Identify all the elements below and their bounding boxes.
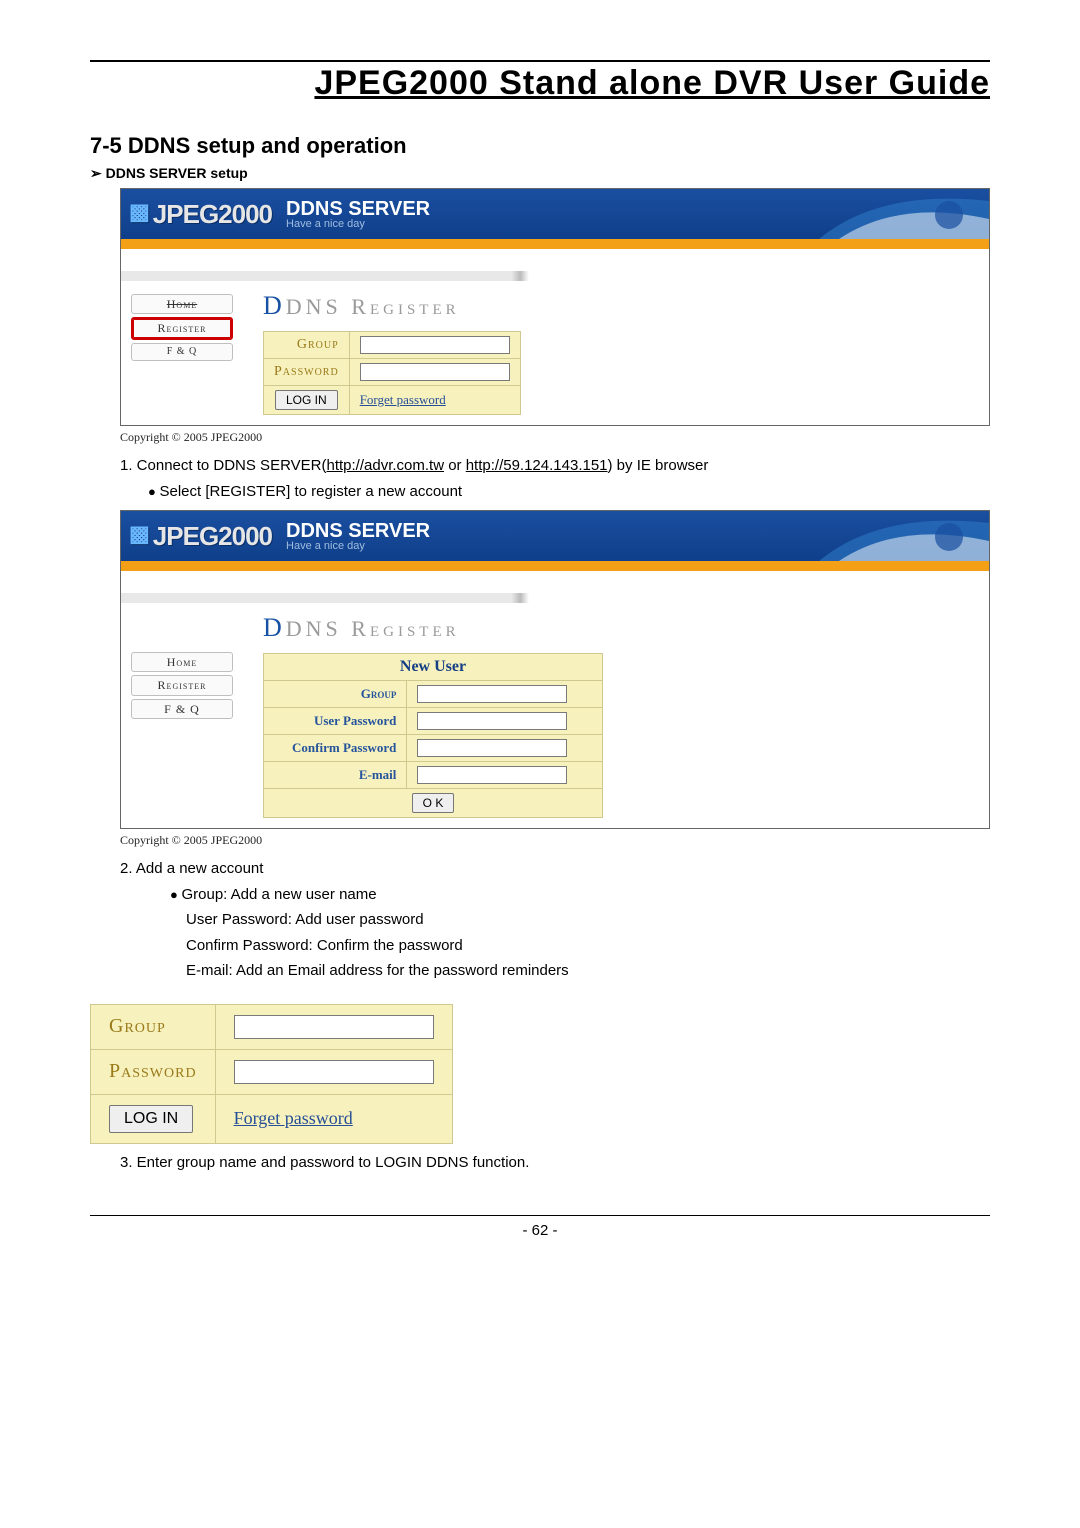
sub-heading: DDNS SERVER setup <box>90 165 990 182</box>
new-user-header: New User <box>264 654 603 681</box>
step-1-bullet: Select [REGISTER] to register a new acco… <box>148 479 990 505</box>
group-label-2: Group <box>264 681 407 708</box>
step-2: 2. Add a new account <box>120 856 990 882</box>
ddns-screenshot-1: ▩JPEG2000 DDNS SERVER Have a nice day Ho… <box>120 188 990 426</box>
confirm-password-label: Confirm Password <box>264 735 407 762</box>
group-label: Group <box>264 332 350 359</box>
url-ip[interactable]: http://59.124.143.151 <box>466 457 608 474</box>
banner-swoosh-graphic <box>819 189 989 239</box>
copyright-2: Copyright © 2005 JPEG2000 <box>120 833 990 848</box>
user-password-label: User Password <box>264 708 407 735</box>
login-button[interactable]: LOG IN <box>275 390 338 410</box>
copyright-1: Copyright © 2005 JPEG2000 <box>120 430 990 445</box>
ddns-register-title: DDNS Register <box>263 291 983 321</box>
password-label: Password <box>264 359 350 386</box>
ddns-tagline-2: Have a nice day <box>286 541 430 552</box>
confirm-password-input[interactable] <box>417 739 567 757</box>
step-2-d: E-mail: Add an Email address for the pas… <box>186 958 990 984</box>
login-table: Group Password LOG IN Forget password <box>90 1004 453 1144</box>
jpeg2000-logo-2: ▩JPEG2000 <box>121 521 272 552</box>
big-forget-password-link[interactable]: Forget password <box>234 1108 353 1128</box>
ddns-server-label-2: DDNS SERVER <box>286 521 430 541</box>
step-3: 3. Enter group name and password to LOGI… <box>120 1150 990 1176</box>
big-password-input[interactable] <box>234 1060 434 1084</box>
group-input[interactable] <box>360 336 510 354</box>
ddns-register-title-2: DDNS Register <box>263 613 983 643</box>
nav-faq-2[interactable]: F & Q <box>131 699 233 719</box>
nav-register-2[interactable]: Register <box>131 675 233 695</box>
nav-faq[interactable]: F & Q <box>131 343 233 361</box>
email-input[interactable] <box>417 766 567 784</box>
ok-button[interactable]: O K <box>412 793 455 813</box>
step-2-a: Group: Add a new user name <box>170 882 990 908</box>
password-input[interactable] <box>360 363 510 381</box>
ddns-server-label: DDNS SERVER <box>286 199 430 219</box>
url-advr[interactable]: http://advr.com.tw <box>326 457 444 474</box>
big-password-label: Password <box>91 1049 216 1094</box>
section-heading: 7-5 DDNS setup and operation <box>90 133 990 159</box>
user-password-input[interactable] <box>417 712 567 730</box>
ddns-screenshot-2: ▩JPEG2000 DDNS SERVER Have a nice day Ho… <box>120 510 990 829</box>
nav-home-2[interactable]: Home <box>131 652 233 672</box>
banner-swoosh-graphic-2 <box>819 511 989 561</box>
big-group-label: Group <box>91 1004 216 1049</box>
ddns-tagline: Have a nice day <box>286 219 430 230</box>
nav-register[interactable]: Register <box>131 317 233 339</box>
step-2-b: User Password: Add user password <box>186 907 990 933</box>
big-group-input[interactable] <box>234 1015 434 1039</box>
group-input-2[interactable] <box>417 685 567 703</box>
page-number: - 62 - <box>90 1222 990 1239</box>
step-2-c: Confirm Password: Confirm the password <box>186 933 990 959</box>
nav-home[interactable]: Home <box>131 294 233 314</box>
email-label: E-mail <box>264 762 407 789</box>
step-1: 1. Connect to DDNS SERVER(http://advr.co… <box>120 453 990 479</box>
document-title: JPEG2000 Stand alone DVR User Guide <box>90 60 990 103</box>
jpeg2000-logo: ▩JPEG2000 <box>121 199 272 230</box>
forget-password-link[interactable]: Forget password <box>360 392 446 407</box>
big-login-button[interactable]: LOG IN <box>109 1105 193 1133</box>
